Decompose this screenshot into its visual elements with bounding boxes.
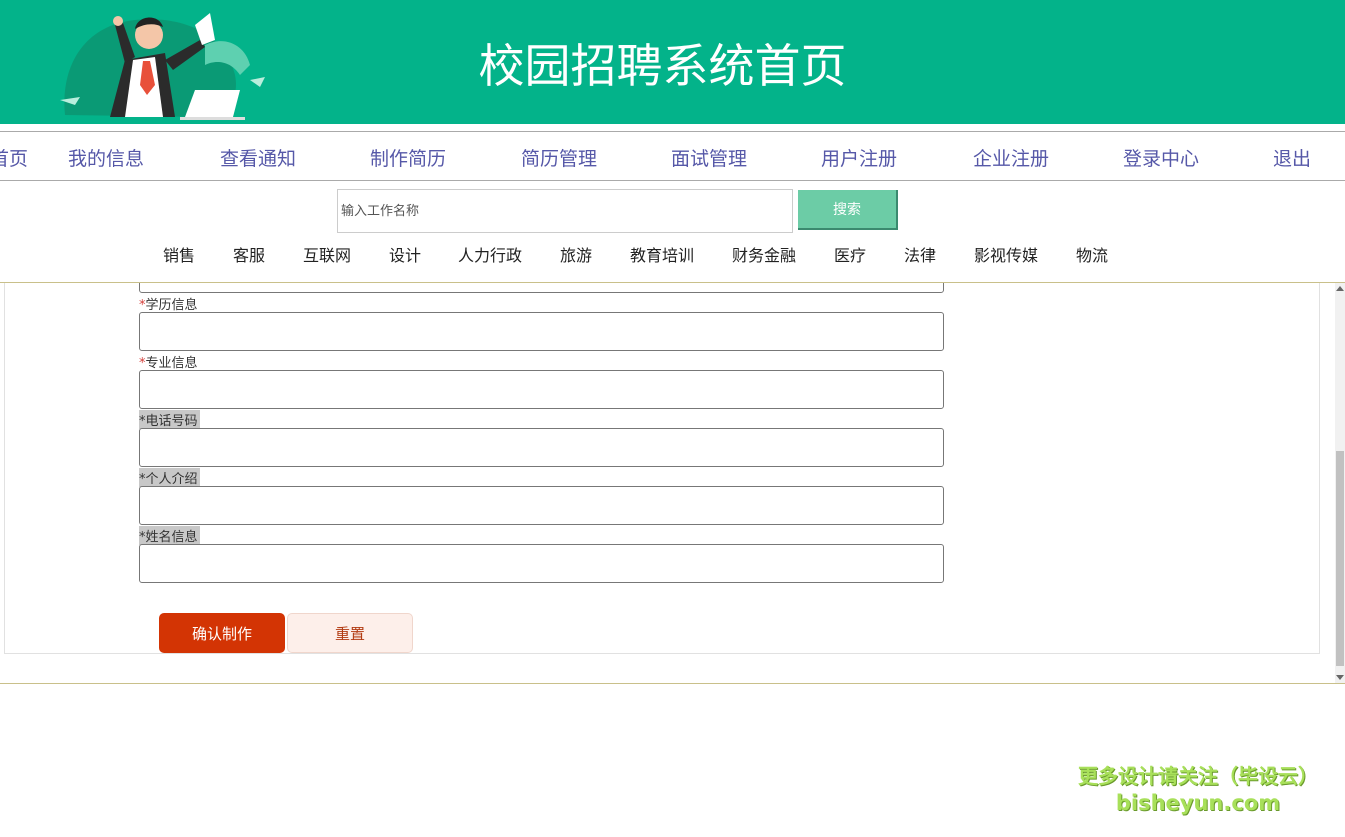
nav-item-resume-manage[interactable]: 简历管理 [521,144,597,171]
resume-form-frame: *学历信息 *专业信息 *电话号码 *个人介绍 *姓名信息 确认制作 重置 [4,283,1320,654]
intro-input[interactable] [139,486,944,525]
category-finance[interactable]: 财务金融 [732,242,796,266]
watermark: 更多设计请关注（毕设云） bisheyun.com [1058,760,1338,815]
category-hr-admin[interactable]: 人力行政 [458,242,522,266]
category-media[interactable]: 影视传媒 [974,242,1038,266]
name-input[interactable] [139,544,944,583]
education-label: *学历信息 [139,298,198,313]
page-title: 校园招聘系统首页 [478,39,847,93]
scrollbar-thumb[interactable] [1336,451,1344,666]
scroll-up-arrow-icon[interactable] [1336,286,1344,291]
category-law[interactable]: 法律 [904,242,936,266]
divider-bottom [0,683,1345,684]
watermark-line1: 更多设计请关注（毕设云） [1078,764,1318,788]
search-button[interactable]: 搜索 [798,190,898,230]
job-category-bar: 销售 客服 互联网 设计 人力行政 旅游 教育培训 财务金融 医疗 法律 影视传… [0,242,1345,266]
category-education[interactable]: 教育培训 [630,242,694,266]
header-banner: 校园招聘系统首页 [0,0,1345,124]
reset-button[interactable]: 重置 [287,613,413,653]
nav-item-my-info[interactable]: 我的信息 [68,144,144,171]
confirm-create-button[interactable]: 确认制作 [159,613,285,653]
category-sales[interactable]: 销售 [163,242,195,266]
category-design[interactable]: 设计 [389,242,421,266]
form-input-partial[interactable] [139,283,944,293]
intro-label: *个人介绍 [139,468,200,487]
education-input[interactable] [139,312,944,351]
nav-item-company-register[interactable]: 企业注册 [973,144,1049,171]
category-customer-service[interactable]: 客服 [233,242,265,266]
category-medical[interactable]: 医疗 [834,242,866,266]
nav-item-notices[interactable]: 查看通知 [220,144,296,171]
category-travel[interactable]: 旅游 [560,242,592,266]
major-label: *专业信息 [139,356,198,371]
category-logistics[interactable]: 物流 [1076,242,1108,266]
nav-item-user-register[interactable]: 用户注册 [821,144,897,171]
nav-item-create-resume[interactable]: 制作简历 [370,144,446,171]
nav-item-logout[interactable]: 退出 [1273,144,1311,171]
form-scrollbar[interactable] [1335,283,1345,683]
major-input[interactable] [139,370,944,409]
job-search-input[interactable] [337,189,793,233]
phone-input[interactable] [139,428,944,467]
main-nav: 首页 我的信息 查看通知 制作简历 简历管理 面试管理 用户注册 企业注册 登录… [0,131,1345,181]
category-internet[interactable]: 互联网 [303,242,351,266]
scroll-down-arrow-icon[interactable] [1336,675,1344,680]
phone-label: *电话号码 [139,410,200,429]
nav-item-interview-manage[interactable]: 面试管理 [671,144,747,171]
nav-item-login[interactable]: 登录中心 [1123,144,1199,171]
watermark-line2: bisheyun.com [1115,791,1281,815]
name-label: *姓名信息 [139,526,200,545]
nav-item-home[interactable]: 首页 [0,144,28,171]
